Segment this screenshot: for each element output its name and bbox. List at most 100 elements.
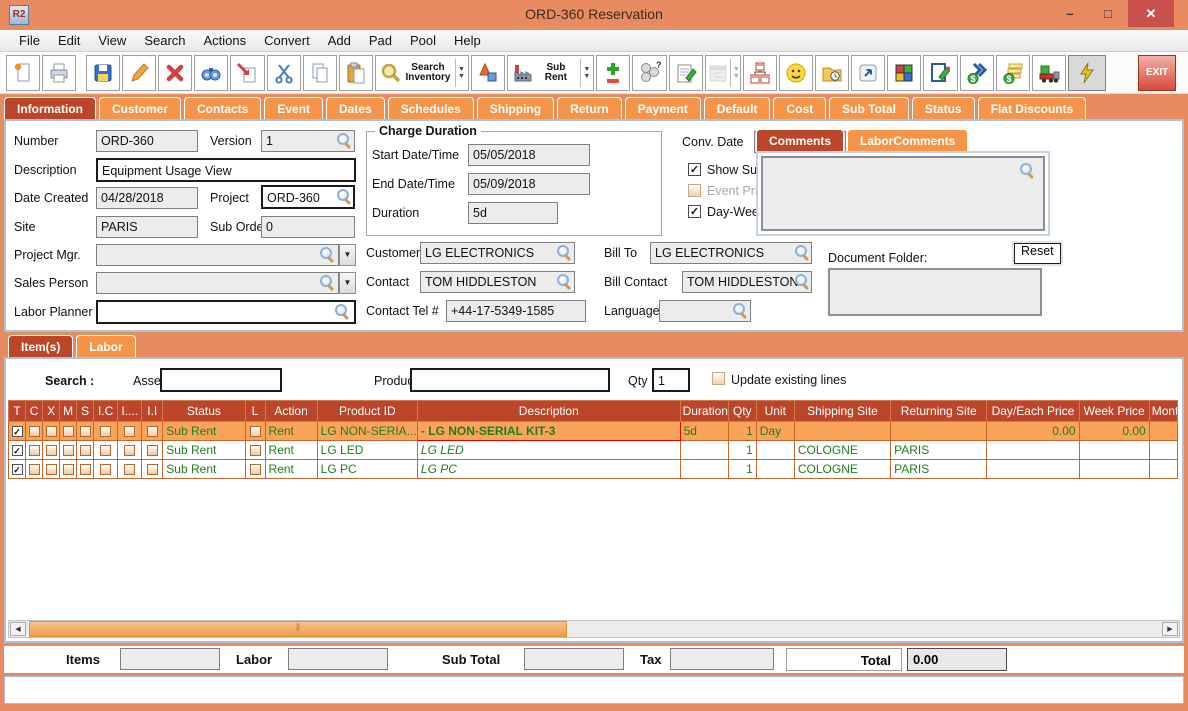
sales-person-search-icon[interactable] bbox=[319, 275, 335, 291]
smiley-button[interactable] bbox=[778, 54, 813, 91]
menu-file[interactable]: File bbox=[10, 31, 49, 50]
show-suggestions-checkbox[interactable] bbox=[688, 163, 701, 176]
scrollbar-thumb[interactable] bbox=[29, 621, 567, 637]
tab-labor[interactable]: Labor bbox=[76, 335, 136, 357]
row-checkbox[interactable] bbox=[11, 426, 23, 438]
project-mgr-dropdown[interactable]: ▼ bbox=[339, 244, 356, 266]
bill-to-search-icon[interactable] bbox=[794, 245, 810, 261]
menu-actions[interactable]: Actions bbox=[195, 31, 256, 50]
shortcut-key-button[interactable] bbox=[851, 54, 886, 91]
copy-button[interactable] bbox=[302, 54, 337, 91]
sales-person-dropdown[interactable]: ▼ bbox=[339, 272, 356, 294]
sub-rent-dropdown[interactable]: ▼ ▼ bbox=[580, 58, 590, 87]
edit-button[interactable] bbox=[121, 54, 157, 91]
tab-information[interactable]: Information bbox=[4, 97, 96, 119]
menu-view[interactable]: View bbox=[89, 31, 135, 50]
sales-person-field[interactable] bbox=[96, 272, 339, 294]
end-date-field[interactable]: 05/09/2018 bbox=[468, 173, 590, 195]
day-week-month-checkbox[interactable] bbox=[688, 205, 701, 218]
comments-field[interactable] bbox=[761, 156, 1045, 231]
shipping-button[interactable] bbox=[1031, 54, 1066, 91]
inventory-cubes-button[interactable] bbox=[887, 54, 922, 91]
labor-planner-search-icon[interactable] bbox=[334, 304, 350, 320]
asset-input[interactable] bbox=[160, 368, 282, 392]
menu-search[interactable]: Search bbox=[135, 31, 194, 50]
tab-items[interactable]: Item(s) bbox=[8, 335, 74, 357]
date-created-field[interactable]: 04/28/2018 bbox=[96, 187, 198, 209]
menu-edit[interactable]: Edit bbox=[49, 31, 89, 50]
tab-cost[interactable]: Cost bbox=[773, 97, 827, 119]
delete-button[interactable] bbox=[158, 54, 193, 91]
edit-document-button[interactable] bbox=[923, 54, 958, 91]
new-button[interactable] bbox=[6, 54, 41, 91]
contact-field[interactable]: TOM HIDDLESTON bbox=[420, 271, 575, 293]
maximize-button[interactable]: □ bbox=[1090, 0, 1126, 27]
bill-contact-search-icon[interactable] bbox=[794, 274, 810, 290]
search-inventory-button[interactable]: Search Inventory ▼ ▼ bbox=[374, 54, 469, 91]
project-mgr-search-icon[interactable] bbox=[319, 247, 335, 263]
paste-button[interactable] bbox=[338, 54, 373, 91]
qty-input[interactable]: 1 bbox=[652, 368, 690, 392]
price-list-button[interactable]: $ bbox=[995, 54, 1030, 91]
group-button[interactable]: ? bbox=[632, 54, 667, 91]
price-forward-button[interactable]: $ bbox=[959, 54, 994, 91]
language-search-icon[interactable] bbox=[732, 303, 748, 319]
bill-contact-field[interactable]: TOM HIDDLESTON bbox=[682, 271, 812, 293]
product-input[interactable] bbox=[410, 368, 610, 392]
project-mgr-field[interactable] bbox=[96, 244, 339, 266]
tab-event[interactable]: Event bbox=[264, 97, 324, 119]
sub-orders-field[interactable]: 0 bbox=[261, 216, 355, 238]
update-existing-lines-checkbox[interactable] bbox=[712, 372, 725, 385]
menu-help[interactable]: Help bbox=[445, 31, 490, 50]
close-button[interactable]: ✕ bbox=[1128, 0, 1174, 27]
contact-tel-field[interactable]: +44-17-5349-1585 bbox=[446, 300, 586, 322]
quick-action-button[interactable] bbox=[1067, 54, 1106, 91]
find-button[interactable] bbox=[194, 54, 229, 91]
tab-labor-comments[interactable]: LaborComments bbox=[847, 129, 969, 151]
history-folder-button[interactable] bbox=[815, 54, 850, 91]
shapes-button[interactable] bbox=[470, 54, 506, 91]
tab-return[interactable]: Return bbox=[557, 97, 622, 119]
customer-search-icon[interactable] bbox=[556, 245, 572, 261]
tab-customer[interactable]: Customer bbox=[99, 97, 182, 119]
description-field[interactable]: Equipment Usage View bbox=[96, 158, 356, 182]
menu-add[interactable]: Add bbox=[319, 31, 360, 50]
scroll-left-arrow-icon[interactable]: ◀ bbox=[10, 622, 26, 636]
duration-field[interactable]: 5d bbox=[468, 202, 558, 224]
save-button[interactable] bbox=[85, 54, 120, 91]
tab-payment[interactable]: Payment bbox=[624, 97, 701, 119]
org-chart-button[interactable] bbox=[742, 54, 777, 91]
bill-to-field[interactable]: LG ELECTRONICS bbox=[650, 242, 812, 264]
tab-dates[interactable]: Dates bbox=[326, 97, 385, 119]
table-row[interactable]: Sub Rent Rent LG LED LG LED 1 COLOGNE PA… bbox=[7, 440, 1179, 460]
tab-contacts[interactable]: Contacts bbox=[184, 97, 262, 119]
number-field[interactable]: ORD-360 bbox=[96, 130, 198, 152]
minimize-button[interactable]: – bbox=[1052, 0, 1088, 27]
project-search-icon[interactable] bbox=[336, 189, 352, 205]
tab-shipping[interactable]: Shipping bbox=[476, 97, 555, 119]
version-search-icon[interactable] bbox=[336, 133, 352, 149]
menu-pad[interactable]: Pad bbox=[360, 31, 401, 50]
notes-button[interactable] bbox=[668, 54, 703, 91]
tab-comments[interactable]: Comments bbox=[756, 129, 845, 151]
customer-field[interactable]: LG ELECTRONICS bbox=[420, 242, 575, 264]
transfer-button[interactable] bbox=[230, 54, 265, 91]
comments-search-icon[interactable] bbox=[1019, 163, 1035, 179]
tab-flat-discounts[interactable]: Flat Discounts bbox=[977, 97, 1087, 119]
tab-default[interactable]: Default bbox=[703, 97, 771, 119]
horizontal-scrollbar[interactable]: ◀ ▶ bbox=[8, 620, 1180, 638]
add-remove-button[interactable] bbox=[596, 54, 631, 91]
scroll-right-arrow-icon[interactable]: ▶ bbox=[1162, 622, 1178, 636]
tab-status[interactable]: Status bbox=[911, 97, 975, 119]
tab-schedules[interactable]: Schedules bbox=[387, 97, 474, 119]
reset-button[interactable]: Reset bbox=[1014, 243, 1061, 264]
document-folder-field[interactable] bbox=[828, 268, 1042, 316]
table-row[interactable]: Sub Rent Rent LG NON-SERIA... - LG NON-S… bbox=[7, 421, 1179, 441]
search-inventory-dropdown[interactable]: ▼ ▼ bbox=[454, 58, 465, 87]
tab-sub-total[interactable]: Sub Total bbox=[829, 97, 909, 119]
menu-pool[interactable]: Pool bbox=[401, 31, 445, 50]
cut-button[interactable] bbox=[266, 54, 301, 91]
start-date-field[interactable]: 05/05/2018 bbox=[468, 144, 590, 166]
menu-convert[interactable]: Convert bbox=[255, 31, 319, 50]
site-field[interactable]: PARIS bbox=[96, 216, 198, 238]
